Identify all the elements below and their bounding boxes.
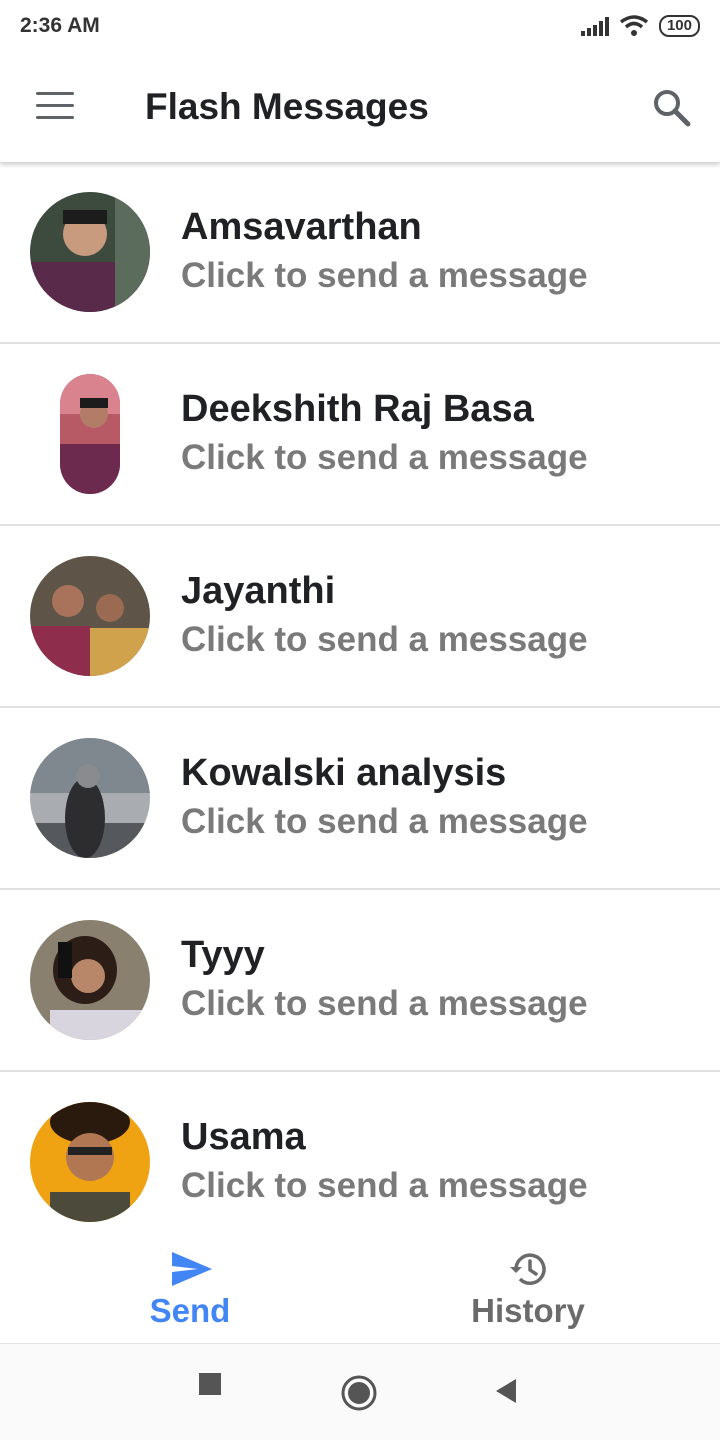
avatar [30, 738, 150, 858]
nav-label-send: Send [149, 1292, 231, 1329]
history-icon [510, 1253, 546, 1285]
contact-row[interactable]: Jayanthi Click to send a message [0, 526, 720, 708]
contact-subtitle: Click to send a message [181, 1166, 588, 1205]
nav-item-send[interactable]: Send [10, 1232, 370, 1344]
contact-name: Usama [181, 1116, 306, 1158]
status-icons: 100 [580, 15, 700, 37]
avatar [60, 374, 120, 494]
contact-row[interactable]: Kowalski analysis Click to send a messag… [0, 708, 720, 890]
page-title: Flash Messages [145, 86, 429, 127]
bottom-navigation: Send History [0, 1232, 720, 1344]
search-icon[interactable] [650, 86, 694, 130]
contact-subtitle: Click to send a message [181, 438, 588, 477]
contact-row[interactable]: Amsavarthan Click to send a message [0, 162, 720, 344]
contact-name: Amsavarthan [181, 206, 422, 248]
send-icon [172, 1252, 212, 1286]
status-time: 2:36 AM [20, 14, 100, 37]
avatar [30, 1102, 150, 1222]
contact-row[interactable]: Deekshith Raj Basa Click to send a messa… [0, 344, 720, 526]
status-bar: 2:36 AM 100 [0, 0, 720, 52]
avatar [30, 920, 150, 1040]
recents-icon[interactable] [198, 1372, 222, 1396]
contact-name: Tyyy [181, 934, 265, 976]
contact-name: Deekshith Raj Basa [181, 388, 534, 430]
menu-button[interactable] [36, 92, 76, 122]
contact-subtitle: Click to send a message [181, 802, 588, 841]
home-icon[interactable] [340, 1374, 378, 1412]
wifi-icon [619, 15, 649, 36]
back-icon[interactable] [494, 1377, 518, 1405]
contact-subtitle: Click to send a message [181, 620, 588, 659]
contact-list: Amsavarthan Click to send a message Deek… [0, 162, 720, 1254]
contact-row[interactable]: Usama Click to send a message [0, 1072, 720, 1254]
app-bar: Flash Messages [0, 52, 720, 162]
contact-subtitle: Click to send a message [181, 256, 588, 295]
nav-item-history[interactable]: History [348, 1232, 708, 1344]
avatar [30, 556, 150, 676]
contact-row[interactable]: Tyyy Click to send a message [0, 890, 720, 1072]
contact-subtitle: Click to send a message [181, 984, 588, 1023]
contact-name: Kowalski analysis [181, 752, 507, 794]
nav-label-history: History [471, 1292, 585, 1329]
signal-icon [580, 16, 609, 36]
system-navigation [0, 1344, 720, 1440]
battery-icon: 100 [658, 15, 700, 37]
avatar [30, 192, 150, 312]
contact-name: Jayanthi [181, 570, 336, 612]
